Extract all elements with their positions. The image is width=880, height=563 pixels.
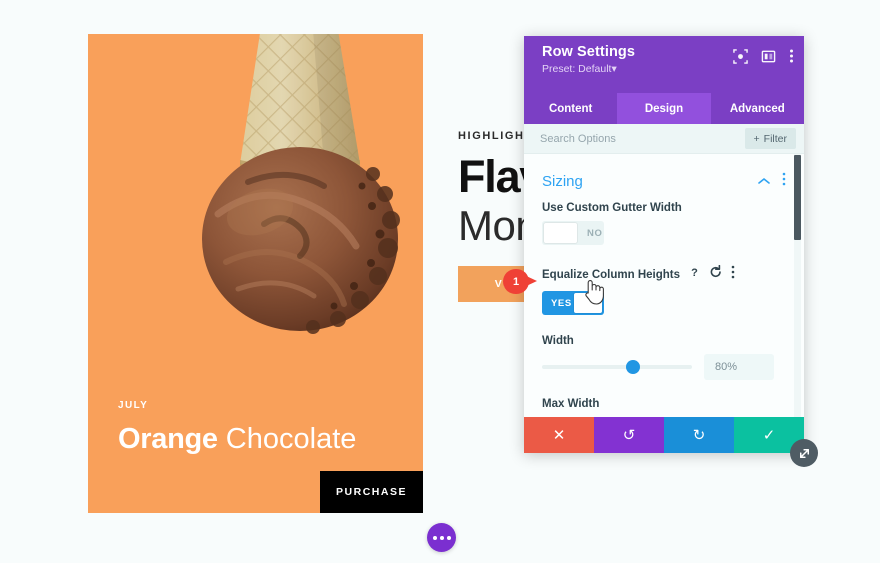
field-label: Equalize Column Heights — [542, 268, 681, 281]
field-overflow-menu-icon[interactable] — [731, 265, 735, 284]
tab-advanced[interactable]: Advanced — [711, 93, 804, 124]
card-title: Orange Chocolate — [118, 419, 356, 459]
focus-target-icon[interactable] — [733, 48, 748, 69]
modal-body: Sizing Use Custom Gutter Width NO Equali… — [524, 154, 804, 417]
filter-button-label: Filter — [763, 132, 787, 145]
modal-tabs: Content Design Advanced — [524, 93, 804, 124]
row-settings-modal: Row Settings Preset: Default▾ Content De… — [524, 36, 818, 467]
help-icon[interactable]: ? — [688, 265, 701, 284]
search-bar: + Filter — [524, 124, 804, 154]
section-title: Sizing — [542, 172, 583, 190]
card-title-bold: Orange — [118, 423, 218, 455]
card-eyebrow: JULY — [118, 400, 149, 411]
field-label: Use Custom Gutter Width — [542, 202, 682, 214]
field-label: Max Width — [542, 398, 600, 410]
layout-columns-icon[interactable] — [761, 49, 776, 69]
modal-header-icons — [733, 48, 794, 69]
fab-dot — [439, 535, 444, 540]
modal-action-bar: ✕ ↺ ↻ ✓ — [524, 417, 804, 453]
fab-dot — [432, 535, 437, 540]
purchase-button[interactable]: PURCHASE — [320, 471, 423, 513]
section-sizing-header[interactable]: Sizing — [542, 168, 786, 194]
resize-diagonal-icon[interactable] — [790, 439, 818, 467]
filter-button[interactable]: + Filter — [744, 128, 796, 149]
field-label-row: Use Custom Gutter Width — [542, 202, 786, 214]
ice-cream-cone-image — [88, 34, 423, 354]
cancel-button[interactable]: ✕ — [524, 417, 594, 453]
plus-icon: + — [753, 132, 760, 145]
product-card: JULY Orange Chocolate PURCHASE — [88, 34, 423, 513]
field-label: Width — [542, 335, 574, 347]
field-label-row: Max Width — [542, 398, 786, 410]
field-max-width: Max Width 1080px — [542, 398, 786, 417]
modal-scrollbar-thumb[interactable] — [794, 155, 801, 240]
width-slider-row: 80% — [542, 354, 786, 380]
reset-icon[interactable] — [709, 264, 723, 284]
width-value-input[interactable]: 80% — [704, 354, 774, 380]
overflow-menu-icon[interactable] — [789, 48, 794, 69]
svg-text:?: ? — [691, 267, 698, 279]
width-slider[interactable] — [542, 360, 692, 374]
toggle-knob — [544, 223, 577, 243]
slider-thumb[interactable] — [626, 360, 641, 374]
field-equalize-column-heights: Equalize Column Heights ? YES — [542, 264, 786, 331]
toggle-knob — [573, 293, 602, 313]
chevron-up-icon[interactable] — [758, 172, 770, 190]
field-label-row: Width — [542, 335, 786, 347]
field-label-row: Equalize Column Heights ? — [542, 264, 786, 284]
fab-dot — [446, 535, 451, 540]
modal-header: Row Settings Preset: Default▾ — [524, 36, 804, 93]
preset-caret-icon: ▾ — [611, 63, 617, 75]
preset-label: Preset: Default — [542, 63, 612, 75]
slider-track — [542, 365, 692, 369]
step-badge-number: 1 — [503, 269, 529, 294]
gutter-width-toggle[interactable]: NO — [542, 221, 604, 245]
undo-button[interactable]: ↺ — [594, 417, 664, 453]
more-options-fab[interactable] — [427, 523, 456, 552]
redo-button[interactable]: ↻ — [664, 417, 734, 453]
field-use-custom-gutter-width: Use Custom Gutter Width NO — [542, 202, 786, 261]
equalize-column-heights-toggle[interactable]: YES — [542, 291, 604, 315]
toggle-state-label: YES — [551, 297, 572, 309]
field-width: Width 80% — [542, 335, 786, 380]
tab-content[interactable]: Content — [524, 93, 617, 124]
toggle-state-label: NO — [587, 227, 603, 239]
screen-root: HIGHLIGHT Flav Mon VIEW A — [0, 0, 880, 563]
step-badge-1: 1 — [503, 269, 537, 294]
card-title-light: Chocolate — [225, 423, 357, 455]
tab-design[interactable]: Design — [617, 93, 711, 124]
search-input[interactable] — [540, 132, 739, 145]
section-overflow-menu-icon[interactable] — [782, 172, 786, 191]
